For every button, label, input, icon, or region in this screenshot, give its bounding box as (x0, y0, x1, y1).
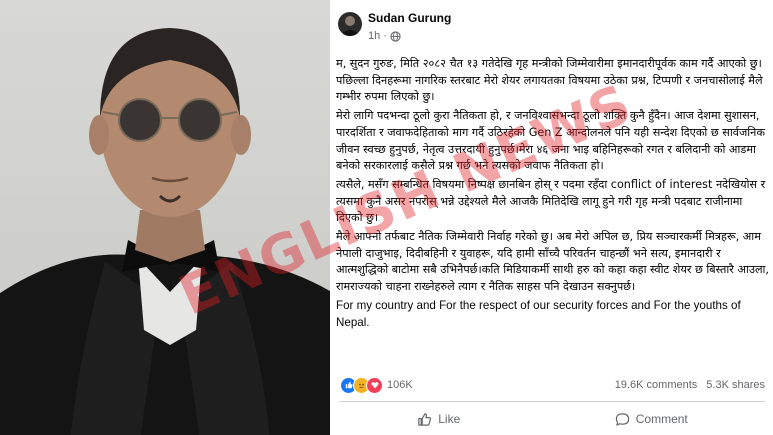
avatar-silhouette-icon (340, 16, 360, 36)
actions-divider (340, 401, 765, 402)
like-button[interactable]: Like (417, 412, 460, 427)
post-actions: Like Comment (340, 404, 765, 434)
comment-label: Comment (635, 412, 688, 426)
facebook-post: Sudan Gurung 1h · म, सुदन गुरुङ, मिति २०… (332, 0, 773, 435)
comment-button[interactable]: Comment (615, 412, 688, 427)
post-paragraph: For my country and For the respect of ou… (336, 298, 741, 329)
post-paragraph: म, सुदन गुरुङ, मिति २०८२ चैत १३ गतेदेखि … (336, 57, 763, 104)
author-name[interactable]: Sudan Gurung (368, 11, 451, 25)
comment-bubble-icon (615, 412, 629, 426)
reaction-stats: 106K 19.6K comments 5.3K shares (340, 375, 765, 395)
post-meta: 1h · (368, 30, 401, 42)
post-body: म, सुदन गुरुङ, मिति २०८२ चैत १३ गतेदेखि … (336, 56, 769, 333)
reaction-count[interactable]: 106K (387, 379, 413, 391)
globe-icon (390, 30, 401, 42)
post-paragraph: मेरो लागि पदभन्दा ठूलो कुरा नैतिकता हो, … (336, 109, 765, 173)
post-time[interactable]: 1h (368, 30, 380, 42)
post-paragraph: मैले आफ्नो तर्फबाट नैतिक जिम्मेवारी निर्… (336, 230, 769, 294)
author-avatar[interactable] (338, 12, 362, 36)
thumbs-up-icon (418, 412, 432, 426)
reaction-icons[interactable] (340, 376, 383, 394)
shares-count[interactable]: 5.3K shares (706, 379, 765, 391)
engagement-counts: 19.6K comments 5.3K shares (615, 379, 765, 391)
love-icon (366, 376, 383, 394)
post-paragraph: त्यसैले, मसँग सम्बन्धित विषयमा निष्पक्ष … (336, 177, 766, 225)
man-portrait-illustration (0, 28, 330, 435)
comments-count[interactable]: 19.6K comments (615, 379, 698, 391)
profile-photo (0, 0, 330, 435)
like-label: Like (438, 412, 461, 426)
